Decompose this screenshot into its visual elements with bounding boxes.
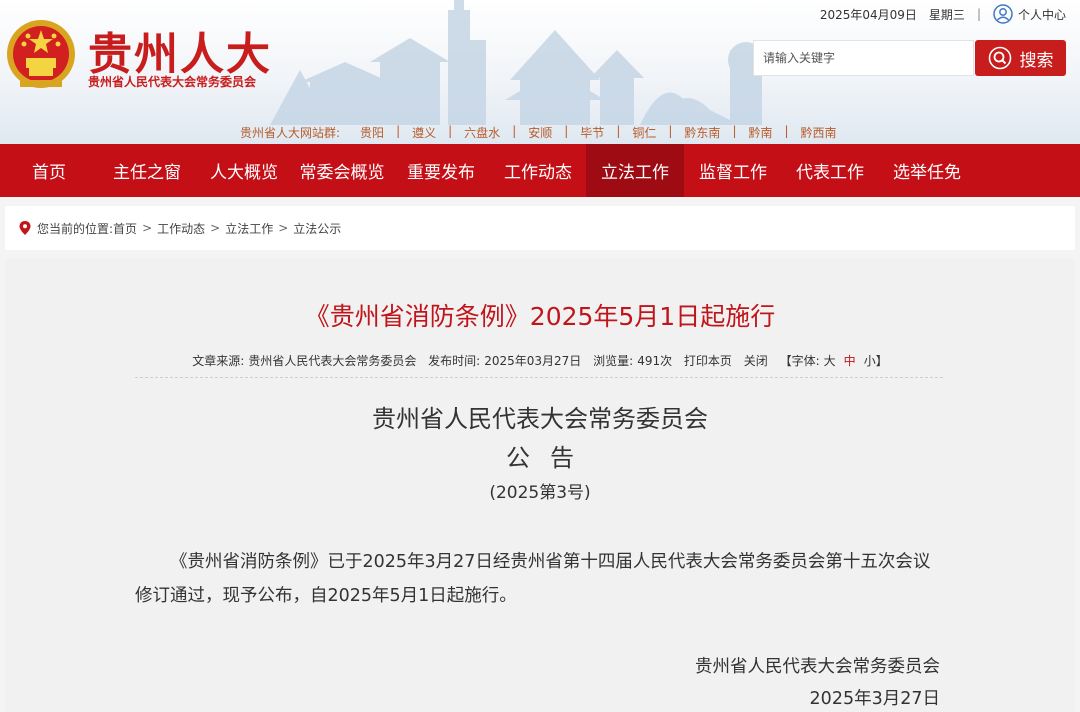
user-icon [993, 4, 1013, 24]
breadcrumb: 您当前的位置: 首页 > 工作动态 > 立法工作 > 立法公示 [5, 206, 1075, 250]
user-center-link[interactable]: 个人中心 [993, 4, 1066, 24]
site-separator: | [396, 124, 401, 138]
nav-item-deputies[interactable]: 代表工作 [782, 144, 878, 197]
notice-body: 《贵州省消防条例》已于2025年3月27日经贵州省第十四届人民代表大会常务委员会… [135, 552, 931, 606]
site-subtitle: 贵州省人民代表大会常务委员会 [88, 75, 257, 89]
search-icon [988, 46, 1011, 70]
current-weekday: 星期三 [928, 7, 965, 22]
breadcrumb-home[interactable]: 首页 [113, 220, 137, 237]
meta-source-label: 文章来源: [192, 354, 245, 368]
breadcrumb-prefix: 您当前的位置: [37, 221, 114, 236]
breadcrumb-sep: > [210, 221, 221, 235]
site-link-qiandongnan[interactable]: 黔东南 [684, 124, 720, 141]
site-separator: | [732, 124, 737, 138]
top-separator: | [976, 7, 981, 21]
national-emblem-icon [7, 20, 75, 88]
skyline-illustration [270, 0, 764, 125]
site-link-anshun[interactable]: 安顺 [528, 124, 552, 141]
font-size-small[interactable]: 小 [864, 354, 876, 368]
notice-number: (2025第3号) [489, 483, 591, 503]
notice-org: 贵州省人民代表大会常务委员会 [372, 405, 708, 433]
nav-item-supervision[interactable]: 监督工作 [684, 144, 782, 197]
site-separator: | [448, 124, 453, 138]
font-size-open: 【字体: [779, 354, 820, 368]
print-button[interactable]: 打印本页 [684, 354, 732, 368]
search-input[interactable]: 请输入关键字 [753, 40, 974, 76]
site-separator: | [512, 124, 517, 138]
main-nav: 首页 主任之窗 人大概览 常委会概览 重要发布 工作动态 立法工作 监督工作 代… [0, 144, 1080, 197]
breadcrumb-legislation[interactable]: 立法工作 [225, 220, 273, 237]
nav-item-home[interactable]: 首页 [0, 144, 98, 197]
article-meta: 文章来源: 贵州省人民代表大会常务委员会 发布时间: 2025年03月27日 浏览量… [5, 352, 1075, 369]
meta-divider [135, 377, 943, 378]
nav-item-committee[interactable]: 常委会概览 [292, 144, 392, 197]
site-link-qianxinan[interactable]: 黔西南 [801, 124, 837, 141]
site-link-bijie[interactable]: 毕节 [580, 124, 604, 141]
notice-heading: 公告 [506, 444, 594, 472]
article: 《贵州省消防条例》2025年5月1日起施行 文章来源: 贵州省人民代表大会常务委员… [5, 259, 1075, 712]
font-size-medium[interactable]: 中 [844, 354, 856, 368]
nav-item-news[interactable]: 工作动态 [490, 144, 586, 197]
site-separator: | [616, 124, 621, 138]
signature-org: 贵州省人民代表大会常务委员会 [695, 657, 940, 677]
breadcrumb-current[interactable]: 立法公示 [293, 220, 341, 237]
nav-item-releases[interactable]: 重要发布 [392, 144, 490, 197]
current-date: 2025年04月09日 [819, 7, 917, 22]
font-size-large[interactable]: 大 [824, 354, 836, 368]
site-group-label: 贵州省人大网站群: [240, 126, 341, 140]
site-separator: | [784, 124, 789, 138]
meta-time-label: 发布时间: [428, 354, 481, 368]
search-button[interactable]: 搜索 [975, 40, 1066, 76]
nav-item-elections[interactable]: 选举任免 [878, 144, 976, 197]
site-link-tongren[interactable]: 铜仁 [632, 124, 656, 141]
article-title: 《贵州省消防条例》2025年5月1日起施行 [304, 302, 776, 331]
nav-item-director[interactable]: 主任之窗 [98, 144, 196, 197]
nav-item-legislation[interactable]: 立法工作 [586, 144, 684, 197]
site-header: 贵州人大 贵州省人民代表大会常务委员会 2025年04月09日 星期三 | 个人… [0, 0, 1080, 144]
top-bar: 2025年04月09日 星期三 | 个人中心 [820, 4, 1066, 24]
site-link-liupanshui[interactable]: 六盘水 [464, 124, 500, 141]
site-link-qiannan[interactable]: 黔南 [748, 124, 772, 141]
site-link-guiyang[interactable]: 贵阳 [360, 124, 384, 141]
location-pin-icon [19, 221, 31, 235]
breadcrumb-sep: > [278, 221, 289, 235]
user-center-label: 个人中心 [1017, 7, 1066, 22]
meta-views-label: 浏览量: [593, 354, 634, 368]
nav-item-overview[interactable]: 人大概览 [196, 144, 292, 197]
breadcrumb-news[interactable]: 工作动态 [157, 220, 205, 237]
meta-source: 贵州省人民代表大会常务委员会 [248, 354, 417, 368]
meta-time: 2025年03月27日 [484, 354, 582, 368]
site-link-zunyi[interactable]: 遵义 [412, 124, 436, 141]
meta-views: 491次 [637, 354, 673, 368]
font-size-close: 】 [875, 354, 888, 368]
breadcrumb-sep: > [142, 221, 153, 235]
notice-signature: 贵州省人民代表大会常务委员会 2025年3月27日 [695, 651, 940, 712]
site-separator: | [668, 124, 673, 138]
signature-date: 2025年3月27日 [809, 689, 940, 709]
site-separator: | [564, 124, 569, 138]
close-button[interactable]: 关闭 [744, 354, 768, 368]
search-button-label: 搜索 [1019, 50, 1054, 71]
site-group: 贵州省人大网站群: 贵阳 | 遵义 | 六盘水 | 安顺 | 毕节 | 铜仁 | 黔东南 | … [240, 124, 837, 141]
